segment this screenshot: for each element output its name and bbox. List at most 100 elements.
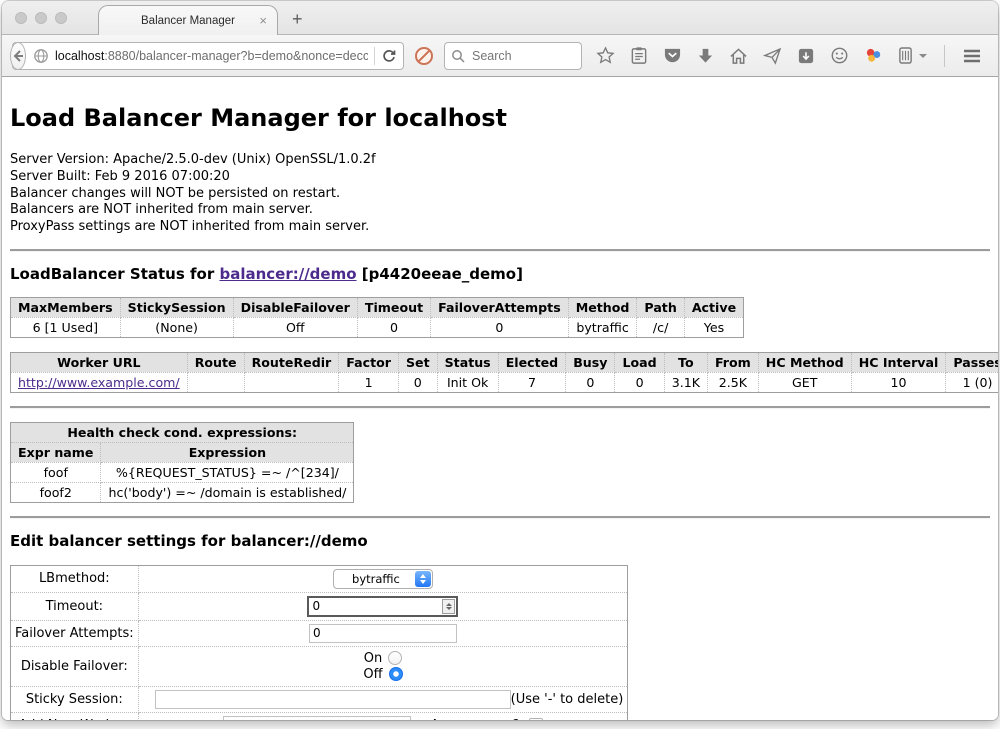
server-info-line: Server Version: Apache/2.5.0-dev (Unix) …	[10, 152, 990, 169]
timeout-input[interactable]	[307, 596, 458, 617]
search-box[interactable]	[444, 42, 582, 70]
cell-expr-name: foof	[11, 462, 101, 482]
section-divider	[10, 516, 990, 519]
column-header: RouteRedir	[244, 352, 339, 372]
worker-url-link[interactable]: http://www.example.com/	[18, 375, 180, 390]
lbmethod-selected-value: bytraffic	[352, 572, 400, 586]
column-header: Status	[437, 352, 498, 372]
balancer-link[interactable]: balancer://demo	[219, 265, 356, 283]
url-bar[interactable]: localhost:8880/balancer-manager?b=demo&n…	[12, 42, 404, 70]
close-window-button[interactable]	[15, 12, 27, 24]
back-button[interactable]	[10, 42, 26, 70]
container-extension-icon[interactable]	[898, 46, 913, 65]
cell-route	[187, 372, 244, 392]
column-header: DisableFailover	[233, 297, 357, 317]
column-header: Factor	[339, 352, 399, 372]
table-row: 6 [1 Used] (None) Off 0 0 bytraffic /c/ …	[11, 317, 744, 337]
add-worker-input[interactable]	[223, 716, 411, 720]
column-header: Passes	[946, 352, 998, 372]
tab-bar: Balancer Manager × +	[2, 1, 998, 35]
feedback-smiley-icon[interactable]	[830, 46, 849, 65]
save-to-device-icon[interactable]	[797, 47, 815, 65]
number-spinner-icon[interactable]	[442, 599, 455, 614]
pocket-icon[interactable]	[663, 47, 682, 65]
column-header: FailoverAttempts	[431, 297, 569, 317]
globe-icon[interactable]	[33, 48, 49, 64]
status-heading-prefix: LoadBalancer Status for	[10, 265, 219, 283]
send-icon[interactable]	[763, 47, 782, 65]
timeout-label: Timeout:	[11, 592, 139, 620]
column-header: Set	[398, 352, 437, 372]
table-row: foof2 hc('body') =~ /domain is establish…	[11, 482, 354, 502]
downloads-icon[interactable]	[697, 47, 714, 65]
cell-maxmembers: 6 [1 Used]	[11, 317, 121, 337]
url-path: :8880/balancer-manager?b=demo&nonce=decc…	[104, 49, 368, 63]
cell-hc-method: GET	[758, 372, 851, 392]
sticky-session-input[interactable]	[155, 690, 511, 709]
menu-hamburger-icon[interactable]	[962, 48, 982, 64]
cell-expression: %{REQUEST_STATUS} =~ /^[234]/	[101, 462, 354, 482]
cell-method: bytraffic	[568, 317, 637, 337]
cell-set: 0	[398, 372, 437, 392]
cell-timeout: 0	[357, 317, 430, 337]
radio-on-label: On	[364, 651, 382, 666]
column-header: Path	[637, 297, 684, 317]
minimize-window-button[interactable]	[35, 12, 47, 24]
page-content: Load Balancer Manager for localhost Serv…	[2, 77, 998, 720]
cell-disablefailover: Off	[233, 317, 357, 337]
url-host: localhost	[55, 49, 104, 63]
zoom-window-button[interactable]	[55, 12, 67, 24]
back-arrow-icon	[11, 49, 25, 63]
health-check-table: Health check cond. expressions: Expr nam…	[10, 422, 354, 503]
column-header: Method	[568, 297, 637, 317]
reload-icon[interactable]	[381, 48, 397, 64]
cell-active: Yes	[684, 317, 743, 337]
content-blocked-icon[interactable]	[414, 46, 434, 66]
colored-dots-extension-icon[interactable]	[864, 46, 883, 65]
column-header: Timeout	[357, 297, 430, 317]
home-icon[interactable]	[729, 47, 748, 65]
health-table-title: Health check cond. expressions:	[11, 422, 354, 442]
toolbar-separator	[944, 45, 945, 67]
browser-tab[interactable]: Balancer Manager ×	[98, 5, 278, 35]
tab-title: Balancer Manager	[141, 15, 235, 27]
cell-from: 2.5K	[707, 372, 758, 392]
cell-busy: 0	[566, 372, 615, 392]
edit-settings-heading: Edit balancer settings for balancer://de…	[10, 532, 990, 550]
sticky-session-hint: (Use '-' to delete)	[511, 692, 624, 707]
grid-extension-icon[interactable]	[997, 46, 998, 66]
server-info-line: ProxyPass settings are NOT inherited fro…	[10, 219, 990, 236]
radio-on[interactable]	[388, 651, 402, 665]
cell-elected: 7	[498, 372, 566, 392]
new-tab-button[interactable]: +	[292, 9, 303, 30]
bookmark-star-icon[interactable]	[596, 46, 615, 65]
balancer-attributes-table: MaxMembers StickySession DisableFailover…	[10, 297, 744, 338]
column-header: Expression	[101, 442, 354, 462]
cell-load: 0	[615, 372, 664, 392]
sticky-session-label: Sticky Session:	[11, 686, 139, 712]
cell-status: Init Ok	[437, 372, 498, 392]
lbmethod-select[interactable]: bytraffic	[333, 569, 433, 589]
close-tab-icon[interactable]: ×	[259, 14, 267, 27]
table-row: http://www.example.com/ 1 0 Init Ok 7 0 …	[11, 372, 999, 392]
column-header: HC Method	[758, 352, 851, 372]
radio-off[interactable]	[389, 667, 403, 681]
cell-factor: 1	[339, 372, 399, 392]
failover-attempts-input[interactable]	[309, 624, 457, 643]
failover-attempts-label: Failover Attempts:	[11, 620, 139, 646]
section-divider	[10, 406, 990, 409]
confirm-checkbox[interactable]	[529, 718, 543, 720]
lbmethod-label: LBmethod:	[11, 565, 139, 592]
page-title: Load Balancer Manager for localhost	[10, 104, 990, 132]
column-header: To	[664, 352, 707, 372]
cell-failoverattempts: 0	[431, 317, 569, 337]
disable-failover-label: Disable Failover:	[11, 646, 139, 686]
add-worker-label: Add New Worker:	[11, 712, 139, 720]
table-row: foof %{REQUEST_STATUS} =~ /^[234]/	[11, 462, 354, 482]
reading-list-icon[interactable]	[630, 46, 648, 65]
column-header: Busy	[566, 352, 615, 372]
url-text[interactable]: localhost:8880/balancer-manager?b=demo&n…	[55, 49, 368, 63]
search-input[interactable]	[470, 48, 564, 64]
column-header: Elected	[498, 352, 566, 372]
chevron-down-icon[interactable]	[919, 54, 927, 58]
